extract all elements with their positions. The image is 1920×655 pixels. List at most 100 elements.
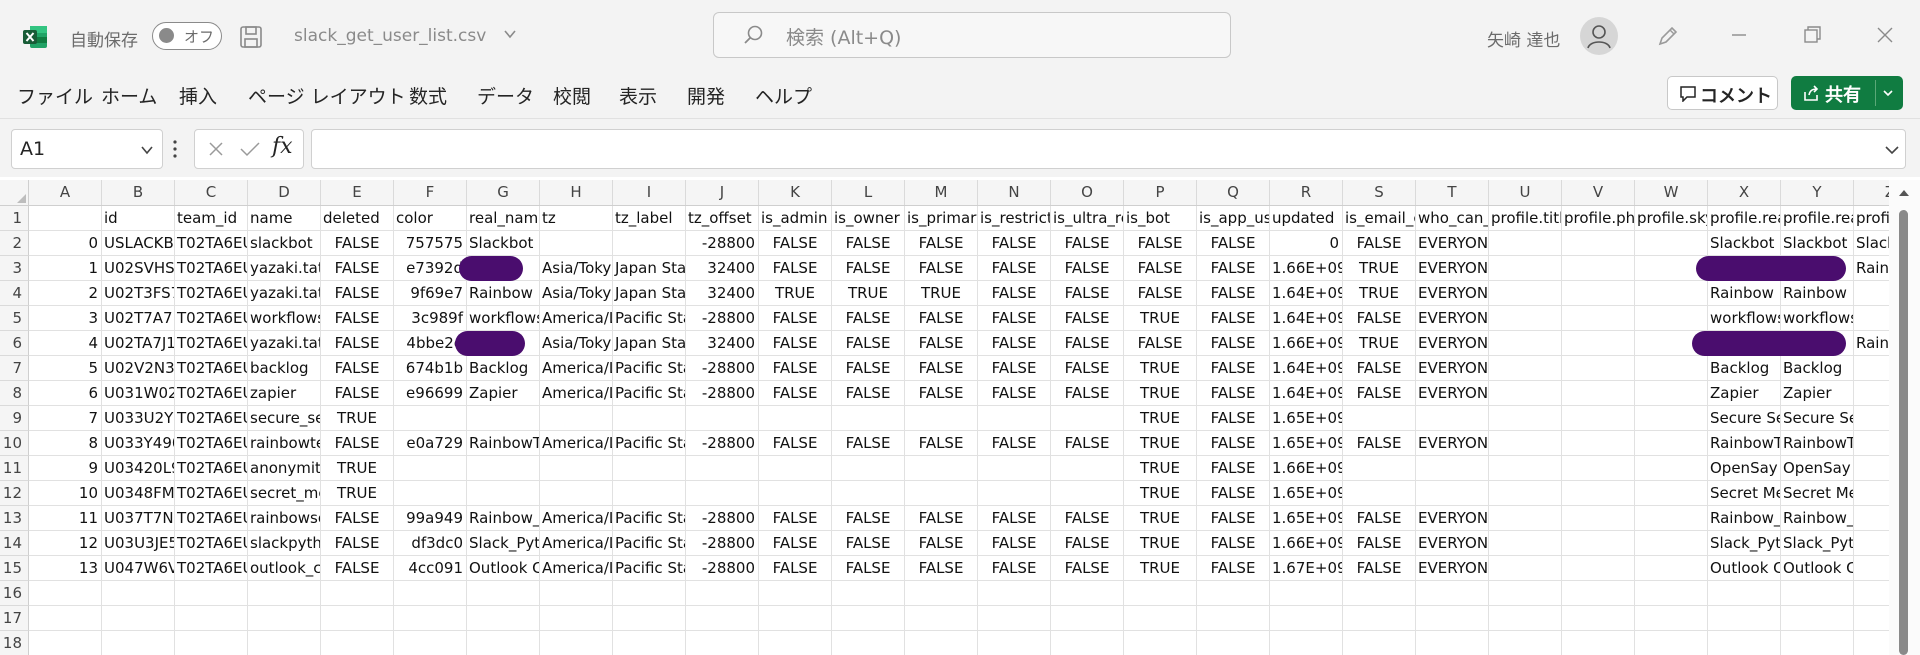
- column-header-d[interactable]: D: [248, 180, 321, 205]
- row-header-16[interactable]: 16: [0, 581, 29, 606]
- cell-k11[interactable]: [759, 456, 832, 481]
- cell-d11[interactable]: anonymity: [248, 456, 321, 481]
- cell-c13[interactable]: T02TA6EU: [175, 506, 248, 531]
- cell-c15[interactable]: T02TA6EU: [175, 556, 248, 581]
- column-header-q[interactable]: Q: [1197, 180, 1270, 205]
- cell-h1[interactable]: tz: [540, 206, 613, 231]
- cell-d1[interactable]: name: [248, 206, 321, 231]
- cell-p2[interactable]: FALSE: [1124, 231, 1197, 256]
- cell-f17[interactable]: [394, 606, 467, 631]
- cell-c6[interactable]: T02TA6EU: [175, 331, 248, 356]
- cell-x15[interactable]: Outlook Ca: [1708, 556, 1781, 581]
- cell-d4[interactable]: yazaki.tats: [248, 281, 321, 306]
- share-button[interactable]: 共有: [1791, 76, 1903, 110]
- column-header-g[interactable]: G: [467, 180, 540, 205]
- cell-t18[interactable]: [1416, 631, 1489, 655]
- cell-l4[interactable]: TRUE: [832, 281, 905, 306]
- more-options-icon[interactable]: [172, 138, 178, 160]
- cell-j10[interactable]: -28800: [686, 431, 759, 456]
- cell-h18[interactable]: [540, 631, 613, 655]
- cell-t10[interactable]: EVERYONE: [1416, 431, 1489, 456]
- column-header-c[interactable]: C: [175, 180, 248, 205]
- cell-r5[interactable]: 1.64E+09: [1270, 306, 1343, 331]
- formula-input[interactable]: [311, 129, 1906, 169]
- row-header-8[interactable]: 8: [0, 381, 29, 406]
- cell-i18[interactable]: [613, 631, 686, 655]
- cell-k15[interactable]: FALSE: [759, 556, 832, 581]
- user-name[interactable]: 矢崎 達也: [1487, 26, 1560, 51]
- cell-c12[interactable]: T02TA6EU: [175, 481, 248, 506]
- cell-s9[interactable]: [1343, 406, 1416, 431]
- cell-q7[interactable]: FALSE: [1197, 356, 1270, 381]
- row-header-9[interactable]: 9: [0, 406, 29, 431]
- cell-i13[interactable]: Pacific Sta: [613, 506, 686, 531]
- cell-l14[interactable]: FALSE: [832, 531, 905, 556]
- cell-u12[interactable]: [1489, 481, 1562, 506]
- cell-b16[interactable]: [102, 581, 175, 606]
- cell-x18[interactable]: [1708, 631, 1781, 655]
- cell-p6[interactable]: FALSE: [1124, 331, 1197, 356]
- cell-r7[interactable]: 1.64E+09: [1270, 356, 1343, 381]
- cell-z10[interactable]: [1854, 431, 1889, 456]
- cell-v8[interactable]: [1562, 381, 1635, 406]
- cell-p8[interactable]: TRUE: [1124, 381, 1197, 406]
- cell-f9[interactable]: [394, 406, 467, 431]
- column-header-j[interactable]: J: [686, 180, 759, 205]
- cell-q2[interactable]: FALSE: [1197, 231, 1270, 256]
- cell-k14[interactable]: FALSE: [759, 531, 832, 556]
- cell-s10[interactable]: FALSE: [1343, 431, 1416, 456]
- cell-p12[interactable]: TRUE: [1124, 481, 1197, 506]
- cell-x13[interactable]: Rainbow_S: [1708, 506, 1781, 531]
- scrollbar-thumb[interactable]: [1899, 210, 1908, 655]
- cell-h15[interactable]: America/L: [540, 556, 613, 581]
- cell-v14[interactable]: [1562, 531, 1635, 556]
- cell-v5[interactable]: [1562, 306, 1635, 331]
- cell-s7[interactable]: FALSE: [1343, 356, 1416, 381]
- cell-o7[interactable]: FALSE: [1051, 356, 1124, 381]
- cell-t1[interactable]: who_can_: [1416, 206, 1489, 231]
- cell-t2[interactable]: EVERYONE: [1416, 231, 1489, 256]
- cell-w10[interactable]: [1635, 431, 1708, 456]
- cell-u6[interactable]: [1489, 331, 1562, 356]
- cell-k6[interactable]: FALSE: [759, 331, 832, 356]
- column-header-s[interactable]: S: [1343, 180, 1416, 205]
- column-header-x[interactable]: X: [1708, 180, 1781, 205]
- cell-o16[interactable]: [1051, 581, 1124, 606]
- cell-o17[interactable]: [1051, 606, 1124, 631]
- cell-t15[interactable]: EVERYONE: [1416, 556, 1489, 581]
- column-header-b[interactable]: B: [102, 180, 175, 205]
- cell-y1[interactable]: profile.rea: [1781, 206, 1854, 231]
- cell-i8[interactable]: Pacific Sta: [613, 381, 686, 406]
- cell-j3[interactable]: 32400: [686, 256, 759, 281]
- cell-d8[interactable]: zapier: [248, 381, 321, 406]
- cell-k4[interactable]: TRUE: [759, 281, 832, 306]
- cell-u16[interactable]: [1489, 581, 1562, 606]
- cell-b4[interactable]: U02T3FS7: [102, 281, 175, 306]
- cell-b10[interactable]: U033Y490: [102, 431, 175, 456]
- check-icon[interactable]: [239, 140, 261, 158]
- cell-g16[interactable]: [467, 581, 540, 606]
- cell-m8[interactable]: FALSE: [905, 381, 978, 406]
- cell-h7[interactable]: America/L: [540, 356, 613, 381]
- cell-n16[interactable]: [978, 581, 1051, 606]
- cell-x1[interactable]: profile.rea: [1708, 206, 1781, 231]
- cell-l1[interactable]: is_owner: [832, 206, 905, 231]
- cell-e5[interactable]: FALSE: [321, 306, 394, 331]
- cell-e7[interactable]: FALSE: [321, 356, 394, 381]
- cell-c17[interactable]: [175, 606, 248, 631]
- cell-m1[interactable]: is_primary: [905, 206, 978, 231]
- cell-w11[interactable]: [1635, 456, 1708, 481]
- cell-i17[interactable]: [613, 606, 686, 631]
- cell-l17[interactable]: [832, 606, 905, 631]
- cell-g15[interactable]: Outlook Ca: [467, 556, 540, 581]
- cell-m14[interactable]: FALSE: [905, 531, 978, 556]
- cell-w13[interactable]: [1635, 506, 1708, 531]
- cell-z7[interactable]: [1854, 356, 1889, 381]
- cell-t11[interactable]: [1416, 456, 1489, 481]
- cell-i14[interactable]: Pacific Sta: [613, 531, 686, 556]
- cell-e14[interactable]: FALSE: [321, 531, 394, 556]
- cell-n17[interactable]: [978, 606, 1051, 631]
- cell-o18[interactable]: [1051, 631, 1124, 655]
- cell-o6[interactable]: FALSE: [1051, 331, 1124, 356]
- comment-button[interactable]: コメント: [1667, 76, 1778, 110]
